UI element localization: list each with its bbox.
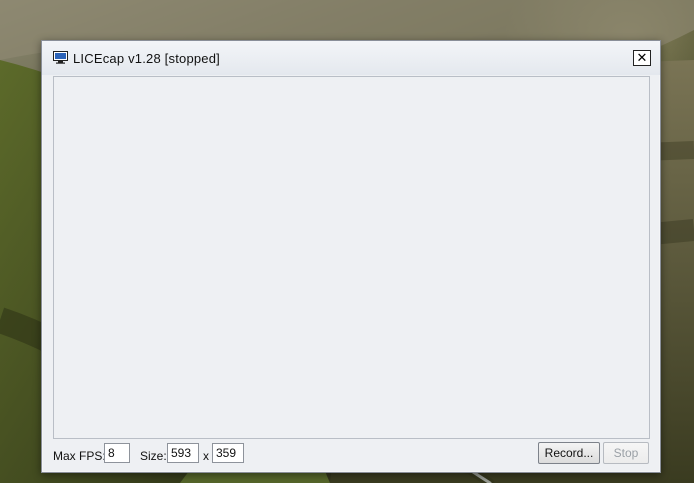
- stop-button[interactable]: Stop: [603, 442, 649, 464]
- max-fps-input[interactable]: [104, 443, 130, 463]
- size-separator: x: [203, 449, 209, 463]
- max-fps-label: Max FPS:: [53, 449, 106, 463]
- licecap-window[interactable]: LICEcap v1.28 [stopped] ✕ Max FPS: Size:…: [41, 40, 661, 473]
- width-input[interactable]: [167, 443, 199, 463]
- title-bar[interactable]: LICEcap v1.28 [stopped] ✕: [42, 41, 660, 75]
- monitor-icon: [53, 51, 68, 64]
- control-bar: Max FPS: Size: x Record... Stop: [42, 439, 660, 472]
- size-label: Size:: [140, 449, 167, 463]
- close-icon: ✕: [636, 50, 648, 66]
- capture-area: [53, 76, 650, 439]
- height-input[interactable]: [212, 443, 244, 463]
- record-button[interactable]: Record...: [538, 442, 600, 464]
- close-button[interactable]: ✕: [633, 50, 651, 66]
- window-title: LICEcap v1.28 [stopped]: [73, 51, 220, 66]
